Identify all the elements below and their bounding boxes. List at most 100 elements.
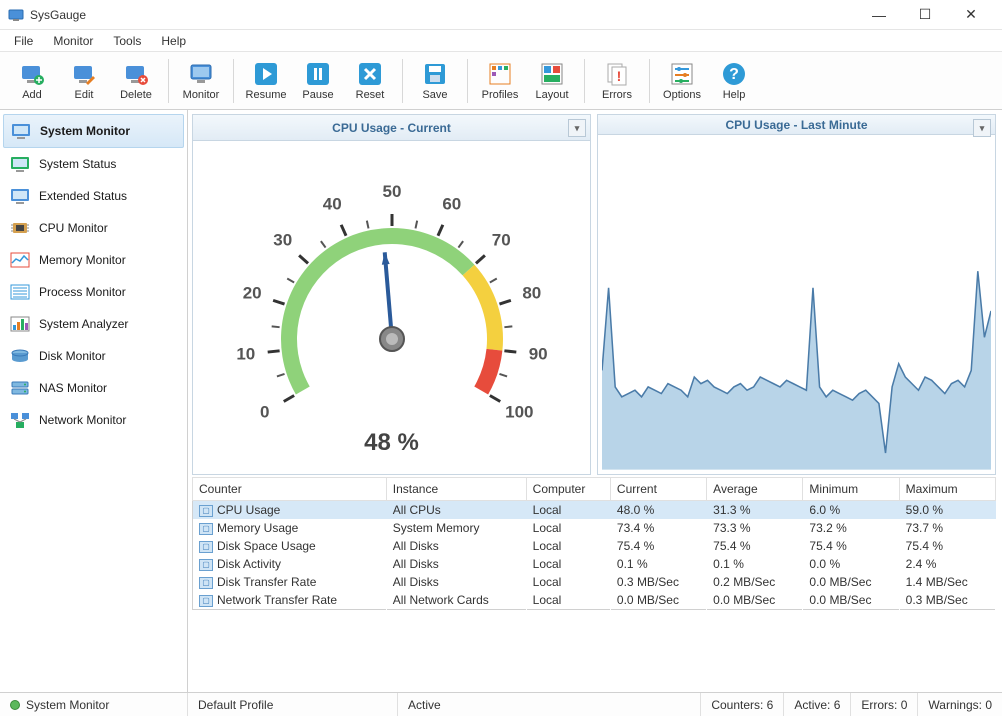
sidebar-item-network-monitor[interactable]: Network Monitor <box>3 404 184 436</box>
table-row[interactable]: ▢Disk Space UsageAll DisksLocal75.4 %75.… <box>193 537 996 555</box>
reset-label: Reset <box>356 89 385 101</box>
status-active: Active: 6 <box>784 693 851 716</box>
sidebar-item-system-status[interactable]: System Status <box>3 148 184 180</box>
chart-dropdown-icon[interactable]: ▾ <box>973 119 991 137</box>
col-0[interactable]: Counter <box>193 478 387 501</box>
status-profile: Default Profile <box>188 693 398 716</box>
menu-tools[interactable]: Tools <box>103 32 151 50</box>
svg-text:!: ! <box>617 68 622 84</box>
status-active-label: Active <box>398 693 701 716</box>
gauge-svg: 0102030405060708090100 <box>202 159 582 459</box>
row-icon: ▢ <box>199 577 213 589</box>
maximize-button[interactable]: ☐ <box>902 0 948 30</box>
svg-text:20: 20 <box>242 283 261 302</box>
layout-label: Layout <box>535 89 568 101</box>
statusbar: System Monitor Default Profile Active Co… <box>0 692 1002 716</box>
menubar: FileMonitorToolsHelp <box>0 30 1002 52</box>
layout-button[interactable]: Layout <box>526 58 578 104</box>
errors-label: Errors <box>602 89 632 101</box>
gauge-body: 0102030405060708090100 48 % <box>193 141 590 474</box>
profiles-button[interactable]: Profiles <box>474 58 526 104</box>
sidebar-label: Process Monitor <box>39 285 126 299</box>
col-6[interactable]: Maximum <box>899 478 995 501</box>
resume-label: Resume <box>246 89 287 101</box>
chart-svg <box>602 139 991 470</box>
menu-help[interactable]: Help <box>151 32 196 50</box>
col-3[interactable]: Current <box>610 478 706 501</box>
minimize-button[interactable]: — <box>856 0 902 30</box>
sidebar-item-process-monitor[interactable]: Process Monitor <box>3 276 184 308</box>
svg-text:0: 0 <box>259 402 268 421</box>
save-button[interactable]: Save <box>409 58 461 104</box>
sidebar-label: NAS Monitor <box>39 381 107 395</box>
main-area: System Monitor System Status Extended Stat… <box>0 110 1002 692</box>
list-icon <box>9 283 31 301</box>
pause-icon <box>305 61 331 87</box>
col-2[interactable]: Computer <box>526 478 610 501</box>
svg-text:60: 60 <box>442 194 461 213</box>
menu-file[interactable]: File <box>4 32 43 50</box>
sidebar-label: System Analyzer <box>39 317 128 331</box>
status-errors: Errors: 0 <box>851 693 918 716</box>
table-row[interactable]: ▢Disk Transfer RateAll DisksLocal0.3 MB/… <box>193 573 996 591</box>
add-label: Add <box>22 89 42 101</box>
gauge-dropdown-icon[interactable]: ▾ <box>568 119 586 137</box>
col-4[interactable]: Average <box>707 478 803 501</box>
options-button[interactable]: Options <box>656 58 708 104</box>
sidebar-item-disk-monitor[interactable]: Disk Monitor <box>3 340 184 372</box>
table-row[interactable]: ▢Disk ActivityAll DisksLocal0.1 %0.1 %0.… <box>193 555 996 573</box>
add-button[interactable]: Add <box>6 58 58 104</box>
delete-button[interactable]: Delete <box>110 58 162 104</box>
table-row[interactable]: ▢Network Transfer RateAll Network CardsL… <box>193 591 996 610</box>
close-button[interactable]: ✕ <box>948 0 994 30</box>
resume-button[interactable]: Resume <box>240 58 292 104</box>
grid-icon <box>487 61 513 87</box>
disk-icon <box>9 347 31 365</box>
memchart-icon <box>9 251 31 269</box>
table-row[interactable]: ▢Memory UsageSystem MemoryLocal73.4 %73.… <box>193 519 996 537</box>
edit-button[interactable]: Edit <box>58 58 110 104</box>
errors-button[interactable]: ! Errors <box>591 58 643 104</box>
col-1[interactable]: Instance <box>386 478 526 501</box>
sidebar-item-system-monitor[interactable]: System Monitor <box>3 114 184 148</box>
counters-table[interactable]: CounterInstanceComputerCurrentAverageMin… <box>192 477 996 610</box>
floppy-icon <box>422 61 448 87</box>
warn-icon: ! <box>604 61 630 87</box>
chart-body <box>598 135 995 474</box>
content: CPU Usage - Current ▾ 010203040506070809… <box>188 110 1002 692</box>
sidebar-item-extended-status[interactable]: Extended Status <box>3 180 184 212</box>
chip-icon <box>9 219 31 237</box>
sidebar-label: Memory Monitor <box>39 253 126 267</box>
help-button[interactable]: ? Help <box>708 58 760 104</box>
screen-g-icon <box>9 155 31 173</box>
sidebar-item-nas-monitor[interactable]: NAS Monitor <box>3 372 184 404</box>
sidebar-item-cpu-monitor[interactable]: CPU Monitor <box>3 212 184 244</box>
profiles-label: Profiles <box>482 89 519 101</box>
table-row[interactable]: ▢CPU UsageAll CPUsLocal48.0 %31.3 %6.0 %… <box>193 501 996 520</box>
monitor-button[interactable]: Monitor <box>175 58 227 104</box>
sidebar-label: System Monitor <box>40 124 130 138</box>
gauge-title: CPU Usage - Current <box>332 121 451 135</box>
svg-text:70: 70 <box>491 230 510 249</box>
sidebar-label: Extended Status <box>39 189 127 203</box>
gauge-panel-header: CPU Usage - Current ▾ <box>193 115 590 141</box>
help-label: Help <box>723 89 746 101</box>
menu-monitor[interactable]: Monitor <box>43 32 103 50</box>
device-x-icon <box>123 61 149 87</box>
question-icon: ? <box>721 61 747 87</box>
reset-button[interactable]: Reset <box>344 58 396 104</box>
row-icon: ▢ <box>199 523 213 535</box>
chart-panel-header: CPU Usage - Last Minute ▾ <box>598 115 995 135</box>
pause-button[interactable]: Pause <box>292 58 344 104</box>
svg-text:50: 50 <box>382 182 401 201</box>
play-icon <box>253 61 279 87</box>
row-icon: ▢ <box>199 505 213 517</box>
col-5[interactable]: Minimum <box>803 478 899 501</box>
delete-label: Delete <box>120 89 152 101</box>
layout-icon <box>539 61 565 87</box>
sidebar-item-system-analyzer[interactable]: System Analyzer <box>3 308 184 340</box>
pause-label: Pause <box>302 89 333 101</box>
app-icon <box>8 7 24 23</box>
sidebar-item-memory-monitor[interactable]: Memory Monitor <box>3 244 184 276</box>
device-edit-icon <box>71 61 97 87</box>
